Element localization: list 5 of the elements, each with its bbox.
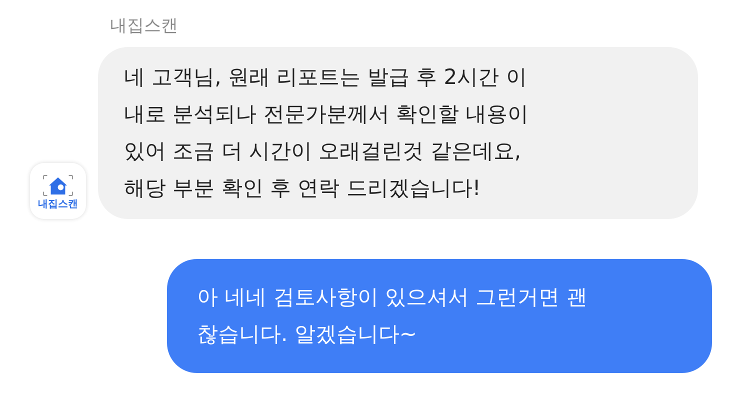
message-bubble: 네 고객님, 원래 리포트는 발급 후 2시간 이 내로 분석되나 전문가분께서 확인할 내용이 있어 조금 더 시간이 오래걸린것 같은데요, 해당 부분 확인 후 연락 드리겠습니다! [98,47,698,219]
avatar: 내집스캔 [30,163,86,219]
sender-name: 내집스캔 [110,15,178,37]
message-bubble: 아 네네 검토사항이 있으셔서 그런거면 괜 찮습니다. 알겠습니다~ [167,259,712,373]
house-icon [40,172,76,199]
